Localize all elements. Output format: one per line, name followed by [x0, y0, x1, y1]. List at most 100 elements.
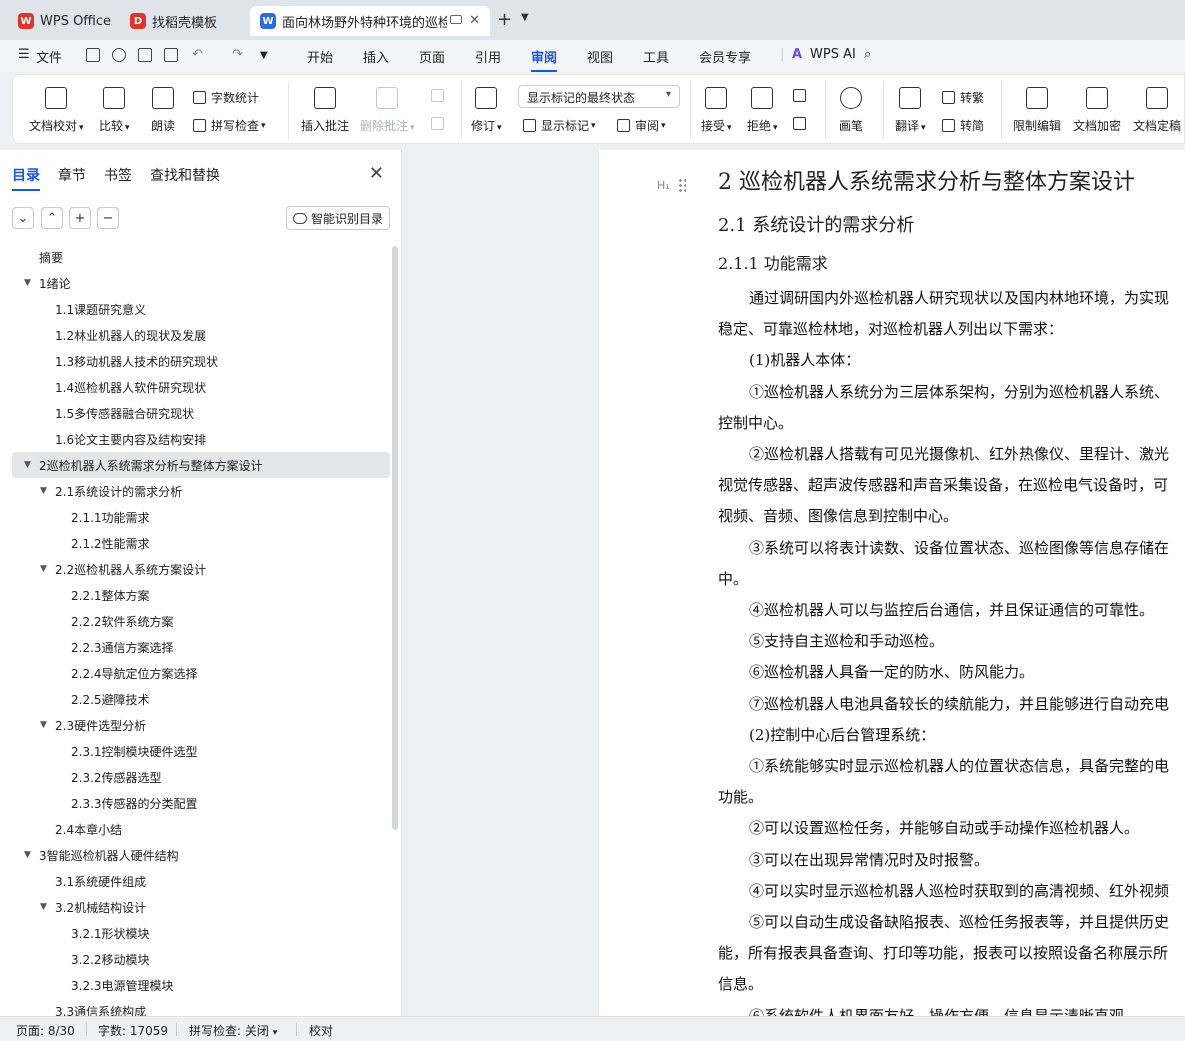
print-preview-icon[interactable]	[164, 48, 178, 62]
more-chevron-icon[interactable]: ▼	[260, 50, 268, 61]
toc-item[interactable]: 3.1系统硬件组成	[0, 868, 390, 894]
smart-toc-button[interactable]: 智能识别目录	[286, 206, 390, 230]
next-comment-icon[interactable]	[431, 117, 449, 130]
menu-page[interactable]: 页面	[419, 47, 445, 66]
insert-comment-button[interactable]: 插入批注	[301, 87, 349, 134]
show-markup-button[interactable]: 显示标记 ▾	[523, 117, 596, 134]
toc-caret-icon[interactable]: ▼	[40, 720, 47, 730]
read-aloud-button[interactable]: 朗读	[151, 87, 175, 134]
toc-caret-icon[interactable]: ▼	[24, 460, 31, 470]
share-icon[interactable]	[112, 48, 126, 62]
toc-item[interactable]: 1.3移动机器人技术的研究现状	[0, 348, 390, 374]
toc-item[interactable]: 2.2.5避障技术	[0, 686, 390, 712]
toc-item[interactable]: 摘要	[0, 246, 390, 270]
toc-caret-icon[interactable]: ▼	[40, 486, 47, 496]
undo-icon[interactable]: ↶	[192, 47, 203, 62]
toc-item[interactable]: 2.2.1整体方案	[0, 582, 390, 608]
nav-tab-toc[interactable]: 目录	[12, 165, 40, 191]
toc-item[interactable]: ▼ 2巡检机器人系统需求分析与整体方案设计	[12, 452, 390, 478]
search-icon[interactable]: ⌕	[864, 47, 871, 62]
redo-icon[interactable]: ↷	[232, 47, 243, 62]
proofread-status[interactable]: 校对	[309, 1022, 333, 1039]
toc-caret-icon[interactable]: ▼	[24, 850, 31, 860]
menu-wps-ai[interactable]: WPS AI	[810, 47, 856, 62]
menu-insert[interactable]: 插入	[363, 47, 389, 66]
new-tab-icon[interactable]: +	[497, 9, 512, 30]
toc-item[interactable]: ▼ 3智能巡检机器人硬件结构	[0, 842, 390, 868]
nav-tab-find-replace[interactable]: 查找和替换	[150, 165, 220, 185]
toc-item[interactable]: 2.2.3通信方案选择	[0, 634, 390, 660]
toc-item[interactable]: ▼ 1绪论	[0, 270, 390, 296]
toc-item[interactable]: 2.2.2软件系统方案	[0, 608, 390, 634]
add-heading-icon[interactable]: +	[69, 207, 91, 229]
toc-item[interactable]: 2.3.3传感器的分类配置	[0, 790, 390, 816]
toc-item[interactable]: ▼ 2.3硬件选型分析	[0, 712, 390, 738]
tab-wps-office[interactable]: W WPS Office	[8, 6, 116, 36]
menu-start[interactable]: 开始	[307, 47, 333, 66]
reject-button[interactable]: 拒绝 ▾	[747, 87, 778, 134]
menu-tools[interactable]: 工具	[643, 47, 669, 66]
menu-review[interactable]: 审阅	[531, 47, 558, 72]
spell-check-status[interactable]: 拼写检查: 关闭 ▾	[189, 1022, 277, 1039]
doc-check-button[interactable]: 文档校对 ▾	[29, 87, 84, 134]
drag-handle-icon[interactable]	[678, 178, 686, 192]
page-indicator[interactable]: 页面: 8/30	[16, 1022, 75, 1039]
chevron-down-icon[interactable]: ▼	[521, 12, 529, 23]
translate-button[interactable]: 翻译 ▾	[895, 87, 926, 134]
toc-caret-icon[interactable]: ▼	[40, 564, 47, 574]
close-icon[interactable]: ✕	[369, 163, 384, 184]
prev-change-icon[interactable]	[793, 89, 811, 102]
collapse-chevron-icon[interactable]: ⌄	[12, 207, 34, 229]
spell-check-button[interactable]: 拼写检查 ▾	[193, 117, 266, 134]
review-pane-button[interactable]: 审阅 ▾	[617, 117, 666, 134]
toc-item[interactable]: 3.2.3电源管理模块	[0, 972, 390, 998]
next-change-icon[interactable]	[793, 117, 811, 130]
print-icon[interactable]	[138, 48, 152, 62]
encrypt-button[interactable]: 文档加密	[1073, 87, 1121, 134]
restrict-edit-button[interactable]: 限制编辑	[1013, 87, 1061, 134]
toc-item[interactable]: ▼ 2.2巡检机器人系统方案设计	[0, 556, 390, 582]
toc-item[interactable]: 1.5多传感器融合研究现状	[0, 400, 390, 426]
tab-document[interactable]: W 面向林场野外特种环境的巡检 ✕	[250, 6, 490, 36]
expand-chevron-icon[interactable]: ⌃	[41, 207, 63, 229]
revise-button[interactable]: 修订 ▾	[471, 87, 502, 134]
toc-item[interactable]: 2.1.2性能需求	[0, 530, 390, 556]
menu-file[interactable]: 文件	[36, 47, 62, 66]
tab-docer[interactable]: D 找稻壳模板	[120, 6, 245, 36]
delete-comment-button[interactable]: 删除批注 ▾	[360, 87, 415, 134]
save-icon[interactable]	[86, 48, 100, 62]
pen-button[interactable]: 画笔	[839, 87, 863, 134]
prev-comment-icon[interactable]	[431, 89, 449, 102]
document-page[interactable]: H₁ 2 巡检机器人系统需求分析与整体方案设计 2.1 系统设计的需求分析 2.…	[599, 150, 1185, 1016]
menu-reference[interactable]: 引用	[475, 47, 501, 66]
toc-item[interactable]: 1.2林业机器人的现状及发展	[0, 322, 390, 348]
toc-caret-icon[interactable]: ▼	[40, 902, 47, 912]
heading-level-marker[interactable]: H₁	[657, 179, 670, 192]
word-count-indicator[interactable]: 字数: 17059	[98, 1022, 168, 1039]
menu-view[interactable]: 视图	[587, 47, 613, 66]
toc-caret-icon[interactable]: ▼	[24, 278, 31, 288]
toc-item[interactable]: 2.3.2传感器选型	[0, 764, 390, 790]
toc-item[interactable]: 1.1课题研究意义	[0, 296, 390, 322]
menu-member[interactable]: 会员专享	[699, 47, 751, 66]
finalize-button[interactable]: 文档定稿	[1133, 87, 1181, 134]
toc-item[interactable]: 2.2.4导航定位方案选择	[0, 660, 390, 686]
toc-item[interactable]: 3.3通信系统构成	[0, 998, 390, 1017]
toc-scrollbar[interactable]	[392, 246, 398, 830]
toc-item[interactable]: ▼ 2.1系统设计的需求分析	[0, 478, 390, 504]
to-traditional-button[interactable]: 转繁	[942, 89, 984, 106]
accept-button[interactable]: 接受 ▾	[701, 87, 732, 134]
to-simplified-button[interactable]: 转简	[942, 117, 984, 134]
toc-item[interactable]: ▼ 3.2机械结构设计	[0, 894, 390, 920]
screen-icon[interactable]	[450, 15, 462, 24]
nav-tab-bookmarks[interactable]: 书签	[104, 165, 132, 185]
toc-item[interactable]: 3.2.1形状模块	[0, 920, 390, 946]
toc-item[interactable]: 2.4本章小结	[0, 816, 390, 842]
toc-item[interactable]: 3.2.2移动模块	[0, 946, 390, 972]
nav-tab-chapters[interactable]: 章节	[58, 165, 86, 185]
markup-state-select[interactable]: 显示标记的最终状态 ▾	[518, 85, 680, 108]
remove-heading-icon[interactable]: −	[97, 207, 119, 229]
toc-item[interactable]: 2.3.1控制模块硬件选型	[0, 738, 390, 764]
word-count-button[interactable]: 字数统计	[193, 89, 259, 106]
toc-item[interactable]: 1.6论文主要内容及结构安排	[0, 426, 390, 452]
